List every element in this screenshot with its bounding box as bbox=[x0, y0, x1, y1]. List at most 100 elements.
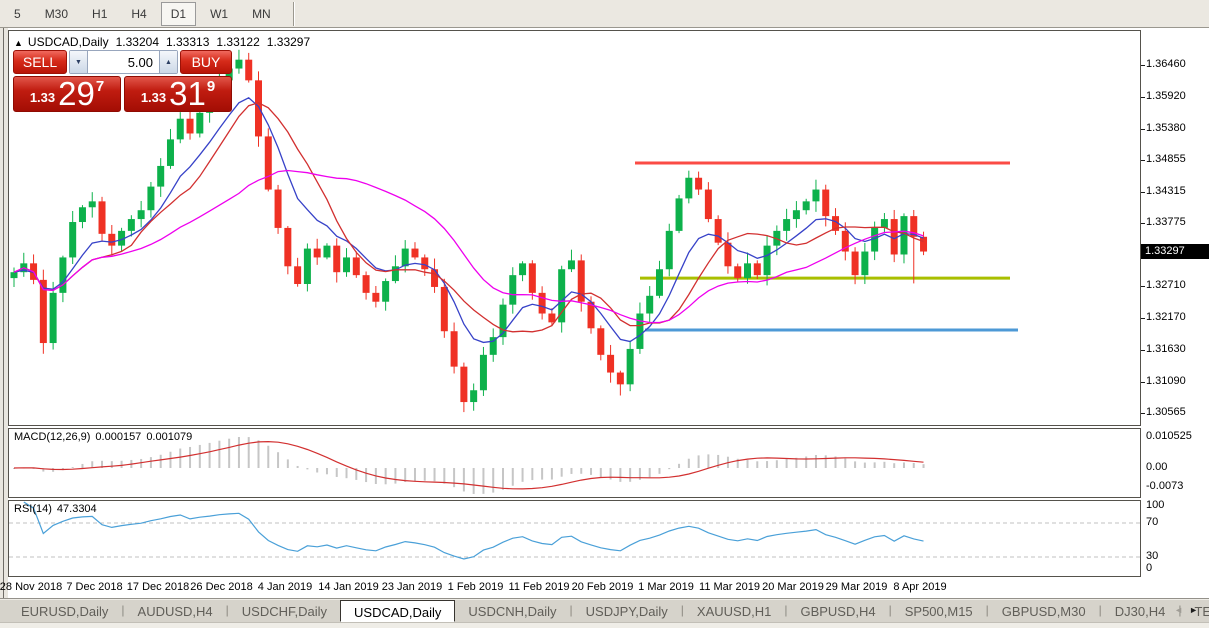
date-axis-label: 29 Mar 2019 bbox=[826, 581, 888, 593]
buy-price-pip: 9 bbox=[207, 78, 215, 95]
price-axis-label: 1.35920 bbox=[1146, 90, 1186, 102]
macd-histogram bbox=[13, 437, 925, 494]
date-axis-label: 14 Jan 2019 bbox=[318, 581, 379, 593]
price-axis-label: 1.33775 bbox=[1146, 216, 1186, 228]
macd-signal-value: 0.001079 bbox=[146, 431, 192, 443]
price-axis-tick bbox=[1141, 318, 1145, 319]
macd-axis-label: 0.010525 bbox=[1146, 430, 1192, 442]
macd-value: 0.000157 bbox=[95, 431, 141, 443]
sell-price-big: 29 bbox=[58, 77, 95, 110]
collapse-triangle-icon[interactable]: ▲ bbox=[14, 38, 23, 48]
tab-usdcad-daily[interactable]: USDCAD,Daily bbox=[340, 600, 455, 622]
price-axis-tick bbox=[1141, 160, 1145, 161]
timeframe-button-mn[interactable]: MN bbox=[242, 2, 281, 26]
chart-tab-bar: EURUSD,Daily|AUDUSD,H4|USDCHF,DailyUSDCA… bbox=[0, 598, 1209, 628]
timeframe-button-h1[interactable]: H1 bbox=[82, 2, 117, 26]
date-axis-label: 11 Feb 2019 bbox=[509, 581, 570, 593]
date-axis-label: 17 Dec 2018 bbox=[127, 581, 189, 593]
price-axis-label: 1.31630 bbox=[1146, 343, 1186, 355]
price-axis-tick bbox=[1141, 129, 1145, 130]
tab-scroll-left-icon[interactable]: ◄ bbox=[1174, 605, 1189, 615]
tab-audusd-h4[interactable]: AUDUSD,H4 bbox=[125, 600, 226, 622]
symbol-header: ▲USDCAD,Daily1.332041.333131.331221.3329… bbox=[14, 35, 310, 49]
rsi-value: 47.3304 bbox=[57, 503, 97, 515]
price-axis-label: 1.34315 bbox=[1146, 185, 1186, 197]
tab-eurusd-daily[interactable]: EURUSD,Daily bbox=[8, 600, 121, 622]
rsi-indicator-label: RSI(14) 47.3304 bbox=[14, 503, 102, 515]
window-frame-line bbox=[3, 28, 4, 598]
date-axis-label: 8 Apr 2019 bbox=[893, 581, 946, 593]
date-axis-label: 28 Nov 2018 bbox=[0, 581, 62, 593]
rsi-axis-label: 30 bbox=[1146, 550, 1158, 562]
price-axis-label: 1.36460 bbox=[1146, 58, 1186, 70]
date-axis-label: 11 Mar 2019 bbox=[699, 581, 760, 593]
chart-tabs: EURUSD,Daily|AUDUSD,H4|USDCHF,DailyUSDCA… bbox=[0, 600, 1209, 623]
rsi-chart[interactable] bbox=[9, 501, 1140, 576]
price-axis-label: 1.35380 bbox=[1146, 122, 1186, 134]
toolbar-separator bbox=[293, 2, 295, 26]
price-axis-label: 1.31090 bbox=[1146, 375, 1186, 387]
date-axis-label: 20 Feb 2019 bbox=[572, 581, 634, 593]
timeframe-button-w1[interactable]: W1 bbox=[200, 2, 238, 26]
price-axis-tick bbox=[1141, 350, 1145, 351]
price-axis-tick bbox=[1141, 382, 1145, 383]
tab-scroll-arrows: ◄► bbox=[1174, 605, 1204, 615]
timeframe-button-5[interactable]: 5 bbox=[4, 2, 31, 26]
macd-indicator-label: MACD(12,26,9) 0.000157 0.001079 bbox=[14, 431, 197, 443]
volume-decrease-button[interactable]: ▼ bbox=[70, 51, 88, 73]
tab-gbpusd-h4[interactable]: GBPUSD,H4 bbox=[787, 600, 888, 622]
rsi-axis-label: 0 bbox=[1146, 562, 1152, 574]
price-axis-tick bbox=[1141, 223, 1145, 224]
date-axis-label: 4 Jan 2019 bbox=[258, 581, 312, 593]
volume-field[interactable]: 5.00 bbox=[88, 51, 159, 73]
rsi-name: RSI(14) bbox=[14, 503, 52, 515]
tab-dj30-h4[interactable]: DJ30,H4 bbox=[1102, 600, 1179, 622]
ohlc-low: 1.33122 bbox=[216, 35, 259, 49]
ohlc-open: 1.33204 bbox=[116, 35, 159, 49]
tab-usdchf-daily[interactable]: USDCHF,Daily bbox=[229, 600, 340, 622]
price-axis-label: 1.32170 bbox=[1146, 311, 1186, 323]
rsi-axis-label: 100 bbox=[1146, 499, 1164, 511]
timeframe-button-m30[interactable]: M30 bbox=[35, 2, 78, 26]
tab-sp500-m15[interactable]: SP500,M15 bbox=[892, 600, 986, 622]
sell-button[interactable]: SELL bbox=[13, 50, 67, 74]
tab-scroll-right-icon[interactable]: ► bbox=[1189, 605, 1204, 615]
ohlc-close: 1.33297 bbox=[267, 35, 310, 49]
price-axis-label: 1.30565 bbox=[1146, 406, 1186, 418]
price-axis-tick bbox=[1141, 65, 1145, 66]
ohlc-high: 1.33313 bbox=[166, 35, 209, 49]
buy-price-big: 31 bbox=[169, 77, 206, 110]
buy-button[interactable]: BUY bbox=[180, 50, 232, 74]
sell-price-button[interactable]: 1.33 29 7 bbox=[13, 76, 121, 112]
mt4-window: 5M30H1H4D1W1MN ▲USDCAD,Daily1.332041.333… bbox=[0, 0, 1209, 628]
date-axis-label: 7 Dec 2018 bbox=[66, 581, 122, 593]
date-axis-label: 1 Mar 2019 bbox=[638, 581, 694, 593]
volume-stepper: ▼ 5.00 ▲ bbox=[69, 50, 178, 74]
buy-price-button[interactable]: 1.33 31 9 bbox=[124, 76, 232, 112]
price-axis-tick bbox=[1141, 413, 1145, 414]
date-axis-label: 1 Feb 2019 bbox=[448, 581, 504, 593]
macd-name: MACD(12,26,9) bbox=[14, 431, 90, 443]
sell-price-pip: 7 bbox=[96, 78, 104, 95]
price-axis-label: 1.34855 bbox=[1146, 153, 1186, 165]
one-click-trading-panel: SELL ▼ 5.00 ▲ BUY 1.33 29 7 1.33 31 9 bbox=[13, 50, 232, 112]
timeframe-button-h4[interactable]: H4 bbox=[121, 2, 156, 26]
tab-usdjpy-daily[interactable]: USDJPY,Daily bbox=[573, 600, 681, 622]
price-axis-tick bbox=[1141, 97, 1145, 98]
rsi-line bbox=[24, 502, 924, 559]
tab-xauusd-h1[interactable]: XAUUSD,H1 bbox=[684, 600, 784, 622]
volume-increase-button[interactable]: ▲ bbox=[159, 51, 177, 73]
macd-axis-label: -0.0073 bbox=[1146, 480, 1183, 492]
tab-usdcnh-daily[interactable]: USDCNH,Daily bbox=[455, 600, 569, 622]
rsi-axis-label: 70 bbox=[1146, 516, 1158, 528]
price-axis-tick bbox=[1141, 192, 1145, 193]
timeframe-button-d1[interactable]: D1 bbox=[161, 2, 196, 26]
rsi-pane[interactable] bbox=[8, 500, 1141, 577]
buy-price-prefix: 1.33 bbox=[141, 90, 166, 105]
sell-price-prefix: 1.33 bbox=[30, 90, 55, 105]
tab-gbpusd-m30[interactable]: GBPUSD,M30 bbox=[989, 600, 1099, 622]
price-axis-label: 1.32710 bbox=[1146, 279, 1186, 291]
price-axis-tick bbox=[1141, 286, 1145, 287]
current-price-tag: 1.33297 bbox=[1141, 244, 1209, 259]
date-axis-label: 26 Dec 2018 bbox=[190, 581, 252, 593]
